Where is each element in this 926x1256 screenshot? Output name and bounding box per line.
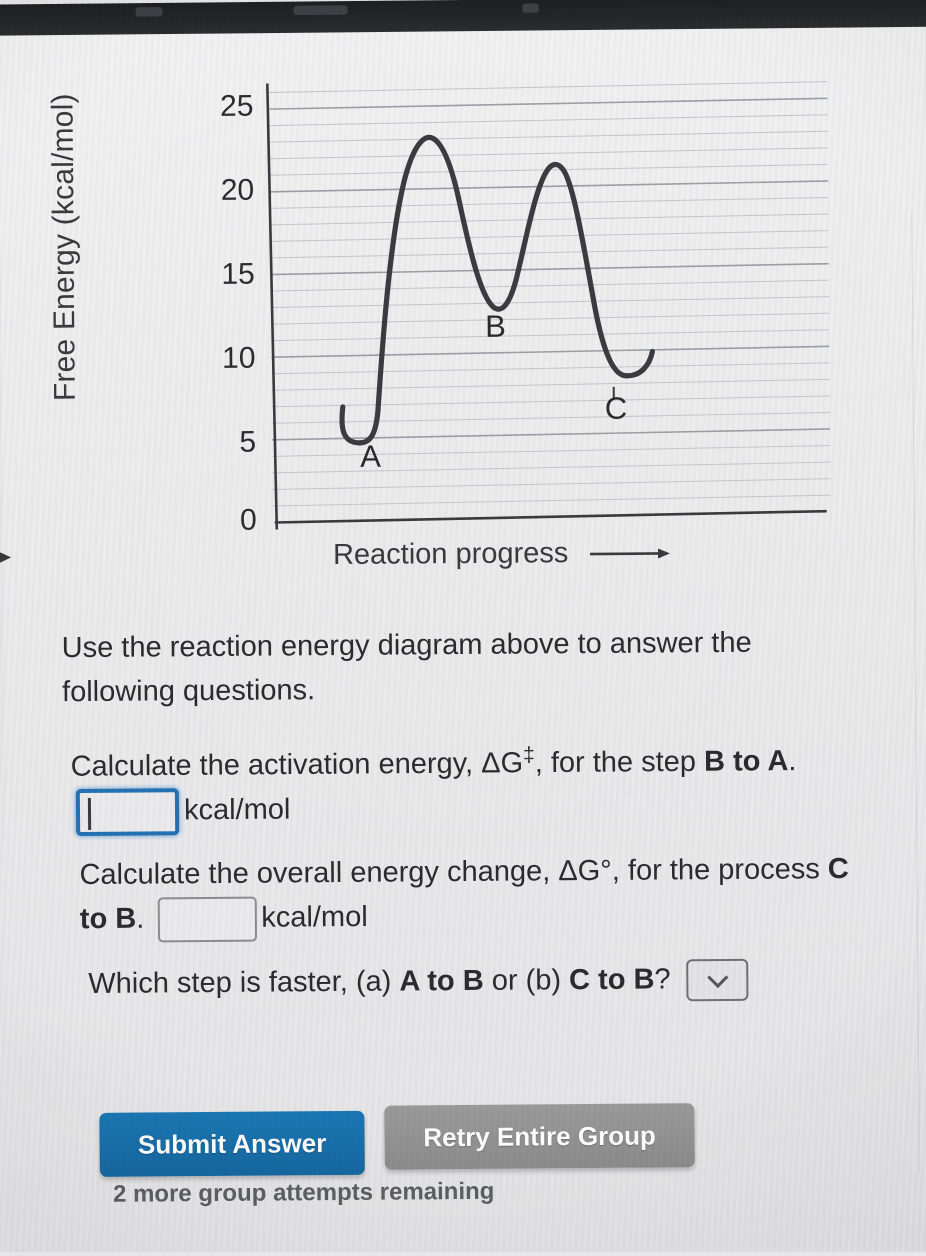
q3-text-mid: or (b) xyxy=(484,964,570,997)
retry-entire-group-button[interactable]: Retry Entire Group xyxy=(384,1103,694,1169)
q1-text-mid: , for the step xyxy=(535,746,705,779)
q2-text-mid: , for the process xyxy=(612,853,828,887)
question-1: Calculate the activation energy, ΔG‡, fo… xyxy=(70,737,861,836)
q2-text-after: . xyxy=(136,902,144,934)
attempts-remaining-text: 2 more group attempts remaining xyxy=(113,1178,495,1209)
stray-edge-mark: ➤ xyxy=(0,544,17,568)
bezel-nub xyxy=(294,5,348,15)
energy-change-input[interactable] xyxy=(157,896,256,942)
submit-answer-button[interactable]: Submit Answer xyxy=(99,1111,364,1177)
chart-x-axis-label-text: Reaction progress xyxy=(333,537,569,571)
q2-unit: kcal/mol xyxy=(261,900,368,933)
question-3: Which step is faster, (a) A to B or (b) … xyxy=(88,957,878,1007)
chart-point-label-a: A xyxy=(360,439,381,475)
instructions-text: Use the reaction energy diagram above to… xyxy=(62,621,853,714)
q3-text-after: ? xyxy=(654,963,670,995)
chart-x-axis-label: Reaction progress xyxy=(333,536,675,572)
q3-option-a: A to B xyxy=(399,965,484,998)
reaction-energy-diagram: Free Energy (kcal/mol) 25 20 15 10 5 0 xyxy=(0,22,926,589)
activation-energy-input[interactable] xyxy=(76,788,179,836)
bezel-nub xyxy=(135,7,162,17)
quiz-page: Free Energy (kcal/mol) 25 20 15 10 5 0 xyxy=(0,22,926,1255)
q1-text-after: . xyxy=(788,745,796,777)
q2-symbol: ΔG° xyxy=(558,855,612,887)
q3-text-before: Which step is faster, (a) xyxy=(88,966,399,1000)
q1-symbol-superscript: ‡ xyxy=(523,743,535,766)
q2-text-before: Calculate the overall energy change, xyxy=(79,855,558,891)
chart-point-label-c: C xyxy=(605,391,628,427)
chart-y-axis xyxy=(267,83,277,529)
q1-text-before: Calculate the activation energy, xyxy=(71,748,482,783)
question-2: Calculate the overall energy change, ΔG°… xyxy=(79,848,870,943)
arrow-right-icon xyxy=(588,546,674,563)
q1-bold-step: B to A xyxy=(704,745,789,778)
text-caret xyxy=(88,798,91,830)
chart-x-axis xyxy=(275,511,827,522)
chevron-down-icon xyxy=(708,967,729,988)
chart-point-label-b: B xyxy=(485,309,506,345)
faster-step-select[interactable] xyxy=(687,959,749,1001)
q1-symbol: ΔG xyxy=(481,747,523,779)
q3-option-b: C to B xyxy=(569,964,655,997)
bezel-nub xyxy=(522,3,539,13)
q1-unit: kcal/mol xyxy=(184,794,291,827)
chart-canvas xyxy=(0,22,926,589)
